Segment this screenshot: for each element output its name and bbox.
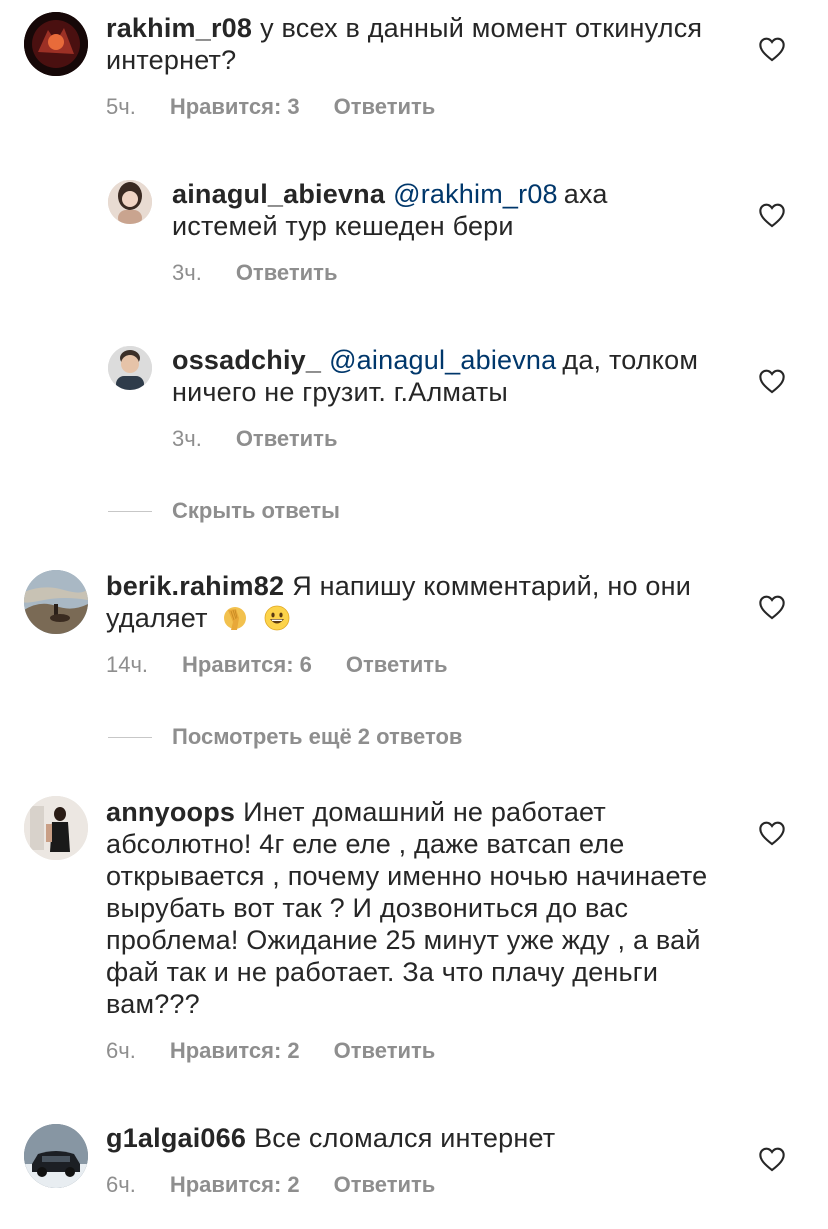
comment-meta: 6ч. Нравится: 2 Ответить — [106, 1038, 435, 1064]
comment-body: Инет домашний не работает абсолютно! 4г … — [106, 797, 708, 1019]
timestamp: 6ч. — [106, 1172, 136, 1197]
comment-meta: 14ч. Нравится: 6 Ответить — [106, 652, 448, 678]
heart-outline-icon[interactable] — [758, 368, 786, 394]
reply-button[interactable]: Ответить — [236, 260, 338, 286]
reply-button[interactable]: Ответить — [236, 426, 338, 452]
hide-replies-label: Скрыть ответы — [172, 498, 340, 523]
likes-count[interactable]: Нравится: 3 — [170, 94, 300, 120]
reply-button[interactable]: Ответить — [334, 94, 436, 120]
hide-replies-button[interactable]: Скрыть ответы — [108, 498, 340, 524]
comment-meta: 6ч. Нравится: 2 Ответить — [106, 1172, 435, 1198]
heart-outline-icon[interactable] — [758, 1146, 786, 1172]
likes-count[interactable]: Нравится: 2 — [170, 1172, 300, 1198]
comment-meta: 5ч. Нравится: 3 Ответить — [106, 94, 435, 120]
heart-outline-icon[interactable] — [758, 594, 786, 620]
timestamp: 3ч. — [172, 260, 202, 285]
timestamp: 5ч. — [106, 94, 136, 119]
comment-text: rakhim_r08 у всех в данный момент откинул… — [106, 12, 726, 76]
username[interactable]: berik.rahim82 — [106, 571, 284, 601]
comment-text: berik.rahim82 Я напишу комментарий, но он… — [106, 570, 726, 634]
mention-link[interactable]: @rakhim_r08 — [393, 179, 558, 209]
username[interactable]: g1algai066 — [106, 1123, 246, 1153]
heart-outline-icon[interactable] — [758, 202, 786, 228]
avatar[interactable] — [24, 796, 88, 860]
comment-text: g1algai066 Все сломался интернет — [106, 1122, 726, 1154]
timestamp: 3ч. — [172, 426, 202, 451]
view-more-replies-label: Посмотреть ещё 2 ответов — [172, 724, 463, 749]
comment-text: ainagul_abievna @rakhim_r08 аха истемей ту… — [172, 178, 692, 242]
username[interactable]: ossadchiy_ — [172, 345, 321, 375]
face-palm-emoji — [224, 607, 247, 630]
comment-text: annyoops Инет домашний не работает абсолю… — [106, 796, 726, 1020]
view-more-replies-button[interactable]: Посмотреть ещё 2 ответов — [108, 724, 462, 750]
grinning-face-emoji — [264, 605, 290, 631]
timestamp: 6ч. — [106, 1038, 136, 1063]
heart-outline-icon[interactable] — [758, 820, 786, 846]
heart-outline-icon[interactable] — [758, 36, 786, 62]
reply-button[interactable]: Ответить — [346, 652, 448, 678]
username[interactable]: ainagul_abievna — [172, 179, 385, 209]
likes-count[interactable]: Нравится: 6 — [182, 652, 312, 678]
comment-meta: 3ч. Ответить — [172, 260, 337, 286]
likes-count[interactable]: Нравится: 2 — [170, 1038, 300, 1064]
reply-button[interactable]: Ответить — [334, 1172, 436, 1198]
comment-meta: 3ч. Ответить — [172, 426, 337, 452]
avatar[interactable] — [24, 12, 88, 76]
comment-body: Все сломался интернет — [254, 1123, 556, 1153]
mention-link[interactable]: @ainagul_abievna — [329, 345, 556, 375]
divider-line — [108, 510, 152, 512]
avatar[interactable] — [108, 180, 152, 224]
reply-button[interactable]: Ответить — [334, 1038, 436, 1064]
avatar[interactable] — [108, 346, 152, 390]
comment-text: ossadchiy_ @ainagul_abievna да, толком нич… — [172, 344, 732, 408]
timestamp: 14ч. — [106, 652, 149, 677]
avatar[interactable] — [24, 570, 88, 634]
divider-line — [108, 736, 152, 738]
avatar[interactable] — [24, 1124, 88, 1188]
username[interactable]: rakhim_r08 — [106, 13, 252, 43]
username[interactable]: annyoops — [106, 797, 235, 827]
